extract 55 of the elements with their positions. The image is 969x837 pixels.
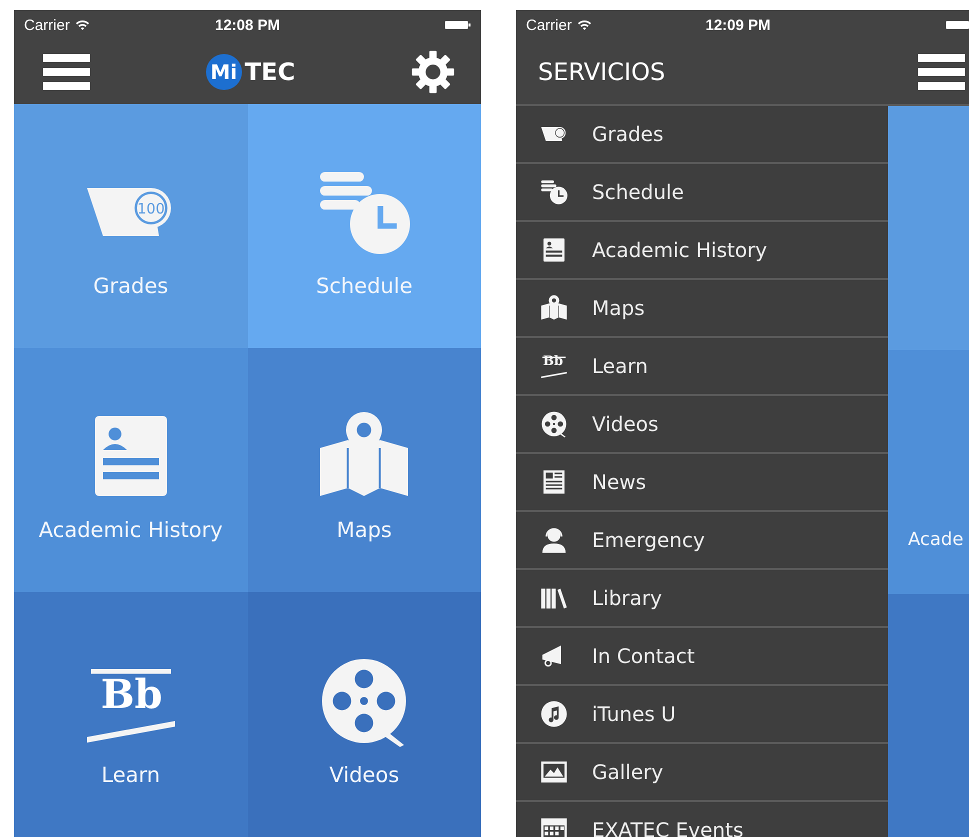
menu-item-label: Maps (592, 296, 645, 320)
battery-icon (946, 20, 969, 30)
carrier-text: Carrier (526, 16, 572, 34)
tile-label: Schedule (316, 274, 412, 298)
menu-item-label: Videos (592, 412, 658, 436)
menu-item[interactable]: Videos (516, 396, 888, 454)
menu-button[interactable] (43, 54, 90, 90)
menu-item-label: Grades (592, 122, 664, 146)
battery-icon (445, 20, 471, 30)
carrier-text: Carrier (24, 16, 70, 34)
screen-title: SERVICIOS (538, 58, 666, 86)
menu-tile[interactable] (888, 594, 969, 837)
menu-item[interactable]: iTunes U (516, 686, 888, 744)
menu-item-label: EXATEC Events (592, 818, 744, 837)
settings-icon[interactable] (410, 50, 455, 94)
tile-label: Videos (329, 762, 400, 786)
menu-item-label: Gallery (592, 760, 664, 784)
menu-tile[interactable]: Maps (248, 348, 481, 592)
wifi-icon (576, 19, 592, 31)
menu-item-label: Learn (592, 354, 648, 378)
menu-item-label: News (592, 470, 646, 494)
menu-item[interactable]: Schedule (516, 164, 888, 222)
menu-tile[interactable]: Videos (248, 592, 481, 837)
menu-button[interactable] (918, 54, 965, 90)
menu-item-label: Emergency (592, 528, 705, 552)
menu-item[interactable]: Library (516, 570, 888, 628)
tile-label: Acade (907, 529, 964, 550)
tile-label: Learn (101, 762, 160, 786)
menu-item-label: Schedule (592, 180, 684, 204)
tile-label: Academic History (38, 518, 223, 542)
menu-item-label: In Contact (592, 644, 695, 668)
tile-label: Grades (93, 274, 168, 298)
wifi-icon (74, 19, 90, 31)
emergency-icon (540, 526, 568, 554)
logo-badge: Mi (206, 54, 242, 90)
videos-icon (540, 410, 568, 438)
menu-item[interactable]: Maps (516, 280, 888, 338)
menu-item[interactable]: Gallery (516, 744, 888, 802)
schedule-icon (540, 178, 568, 206)
menu-item[interactable]: Grades (516, 106, 888, 164)
blackboard-logo-text: Bb (100, 674, 163, 714)
itunes-icon (540, 700, 568, 728)
menu-item[interactable]: Emergency (516, 512, 888, 570)
status-time: 12:09 PM (705, 16, 771, 34)
menu-item-label: iTunes U (592, 702, 676, 726)
menu-item-label: Library (592, 586, 662, 610)
menu-item[interactable]: Academic History (516, 222, 888, 280)
status-time: 12:08 PM (214, 16, 280, 34)
menu-item[interactable]: News (516, 454, 888, 512)
menu-item-label: Academic History (592, 238, 768, 262)
menu-tile[interactable]: Bb Learn (14, 592, 248, 837)
menu-tile[interactable] (888, 106, 969, 350)
tile-label: Maps (336, 518, 392, 542)
maps-icon (540, 294, 568, 322)
logo-text: TEC (244, 58, 296, 86)
